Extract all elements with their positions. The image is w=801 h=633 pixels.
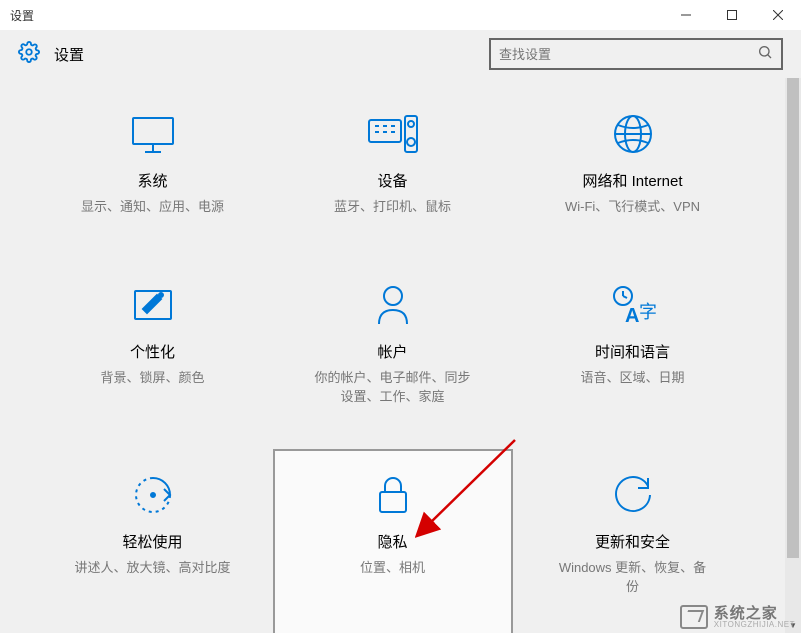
vertical-scrollbar[interactable]: ▲ ▼ bbox=[785, 78, 801, 633]
tile-desc: Windows 更新、恢复、备份 bbox=[553, 558, 713, 597]
close-button[interactable] bbox=[755, 0, 801, 30]
settings-grid: 系统 显示、通知、应用、电源 设备 蓝牙、打印机、鼠标 bbox=[33, 78, 753, 633]
tile-privacy[interactable]: 隐私 位置、相机 bbox=[273, 449, 513, 633]
display-icon bbox=[129, 110, 177, 158]
tile-title: 更新和安全 bbox=[595, 531, 670, 552]
search-box[interactable] bbox=[489, 38, 783, 70]
tile-desc: 蓝牙、打印机、鼠标 bbox=[334, 197, 451, 217]
tile-title: 设备 bbox=[377, 170, 407, 191]
tile-desc: Wi-Fi、飞行模式、VPN bbox=[565, 197, 700, 217]
tile-title: 轻松使用 bbox=[122, 531, 182, 552]
content-area: 系统 显示、通知、应用、电源 设备 蓝牙、打印机、鼠标 bbox=[0, 78, 785, 633]
svg-text:字: 字 bbox=[639, 302, 657, 322]
tile-title: 帐户 bbox=[377, 341, 407, 362]
tile-title: 时间和语言 bbox=[595, 341, 670, 362]
tile-network[interactable]: 网络和 Internet Wi-Fi、飞行模式、VPN bbox=[513, 88, 753, 259]
ease-of-access-icon bbox=[132, 471, 174, 519]
search-icon bbox=[757, 44, 773, 65]
watermark-text-cn: 系统之家 bbox=[714, 606, 795, 621]
tile-devices[interactable]: 设备 蓝牙、打印机、鼠标 bbox=[273, 88, 513, 259]
refresh-icon bbox=[612, 471, 654, 519]
tile-desc: 你的帐户、电子邮件、同步设置、工作、家庭 bbox=[313, 368, 473, 407]
tile-title: 网络和 Internet bbox=[582, 170, 682, 191]
tile-time-language[interactable]: A 字 时间和语言 语音、区域、日期 bbox=[513, 259, 753, 449]
tile-desc: 语音、区域、日期 bbox=[580, 368, 684, 388]
lock-icon bbox=[376, 471, 410, 519]
person-icon bbox=[375, 281, 411, 329]
search-input[interactable] bbox=[499, 47, 757, 62]
svg-text:A: A bbox=[625, 305, 639, 326]
scrollbar-thumb[interactable] bbox=[787, 78, 799, 558]
watermark-logo-icon bbox=[680, 605, 708, 629]
tile-desc: 显示、通知、应用、电源 bbox=[81, 197, 224, 217]
watermark: 系统之家 XITONGZHIJIA.NET bbox=[680, 605, 795, 629]
paint-icon bbox=[131, 281, 175, 329]
time-language-icon: A 字 bbox=[609, 281, 657, 329]
window-titlebar: 设置 bbox=[0, 0, 801, 30]
tile-title: 隐私 bbox=[377, 531, 407, 552]
gear-icon bbox=[18, 41, 40, 68]
page-header: 设置 bbox=[0, 30, 801, 78]
devices-icon bbox=[367, 110, 419, 158]
watermark-text-en: XITONGZHIJIA.NET bbox=[714, 621, 795, 629]
tile-title: 个性化 bbox=[130, 341, 175, 362]
tile-accounts[interactable]: 帐户 你的帐户、电子邮件、同步设置、工作、家庭 bbox=[273, 259, 513, 449]
maximize-button[interactable] bbox=[709, 0, 755, 30]
page-title: 设置 bbox=[54, 44, 489, 65]
minimize-button[interactable] bbox=[663, 0, 709, 30]
tile-desc: 位置、相机 bbox=[360, 558, 425, 578]
globe-icon bbox=[612, 110, 654, 158]
tile-ease-of-access[interactable]: 轻松使用 讲述人、放大镜、高对比度 bbox=[33, 449, 273, 633]
tile-title: 系统 bbox=[137, 170, 167, 191]
tile-personalization[interactable]: 个性化 背景、锁屏、颜色 bbox=[33, 259, 273, 449]
tile-desc: 讲述人、放大镜、高对比度 bbox=[74, 558, 230, 578]
tile-desc: 背景、锁屏、颜色 bbox=[100, 368, 204, 388]
window-title: 设置 bbox=[10, 7, 34, 24]
tile-system[interactable]: 系统 显示、通知、应用、电源 bbox=[33, 88, 273, 259]
